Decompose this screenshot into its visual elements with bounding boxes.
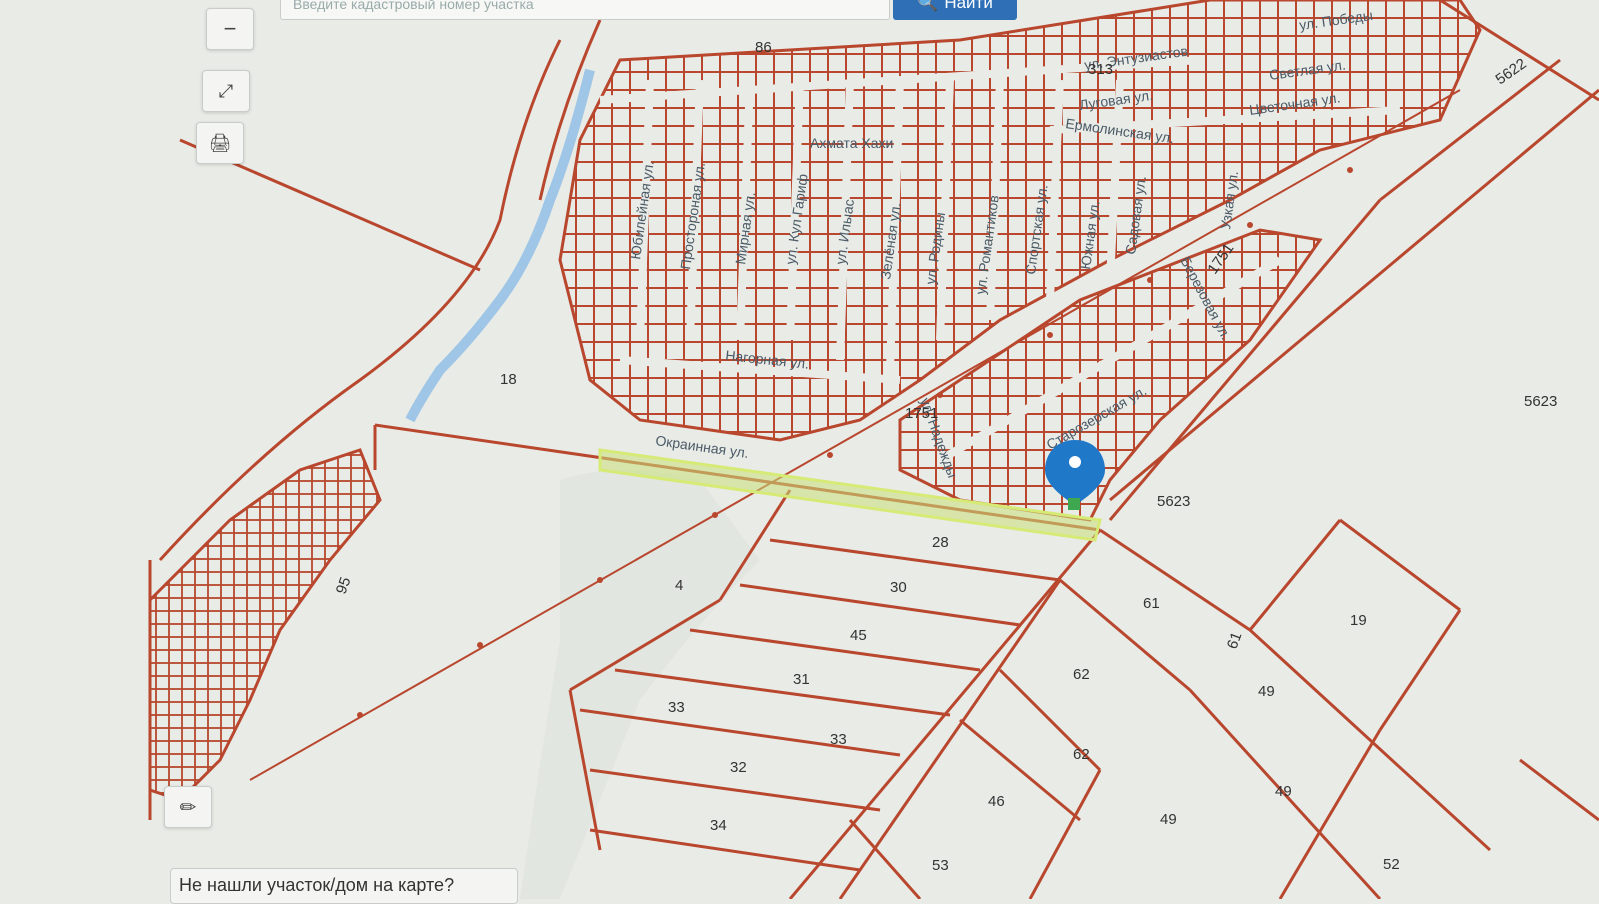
parcel-number: 4 [675, 577, 683, 594]
zoom-out-button[interactable]: − [206, 8, 254, 50]
parcel-number: 52 [1383, 856, 1400, 873]
measure-button[interactable]: ✏ [164, 786, 212, 828]
parcel-number: 61 [1143, 595, 1160, 612]
parcel-number: 33 [830, 731, 847, 748]
parcel-number: 33 [668, 699, 685, 716]
parcel-number: 19 [1350, 612, 1367, 629]
parcel-number: 49 [1258, 683, 1275, 700]
parcel-number: 45 [850, 627, 867, 644]
street-label: Ахмата Хахи [810, 135, 893, 151]
parcel-number: 313 [1088, 61, 1113, 78]
parcel-number: 5623 [1524, 393, 1557, 410]
parcel-number: 49 [1275, 783, 1292, 800]
parcel-number: 18 [500, 371, 517, 388]
parcel-number: 62 [1073, 746, 1090, 763]
cadastral-search-input[interactable]: Введите кадастровый номер участка [280, 0, 890, 20]
parcel-number: 5623 [1157, 493, 1190, 510]
parcel-number: 1751 [905, 405, 938, 422]
parcel-number: 30 [890, 579, 907, 596]
fullscreen-button[interactable]: ⤢ [202, 70, 250, 112]
printer-icon: 🖨 [208, 132, 232, 153]
parcel-number: 86 [755, 39, 772, 56]
ruler-icon: ✏ [179, 796, 197, 819]
print-button[interactable]: 🖨 [196, 122, 244, 164]
minus-icon: − [223, 16, 237, 41]
parcel-number: 34 [710, 817, 727, 834]
parcel-number: 31 [793, 671, 810, 688]
parcel-number: 62 [1073, 666, 1090, 683]
find-button-label: Найти [944, 0, 993, 12]
parcel-number: 46 [988, 793, 1005, 810]
parcel-number: 28 [932, 534, 949, 551]
parcel-number: 53 [932, 857, 949, 874]
find-button[interactable]: 🔍 Найти [893, 0, 1017, 20]
parcel-number: 32 [730, 759, 747, 776]
search-icon: 🔍 [917, 0, 939, 12]
expand-icon: ⤢ [218, 80, 234, 101]
parcel-number: 49 [1160, 811, 1177, 828]
